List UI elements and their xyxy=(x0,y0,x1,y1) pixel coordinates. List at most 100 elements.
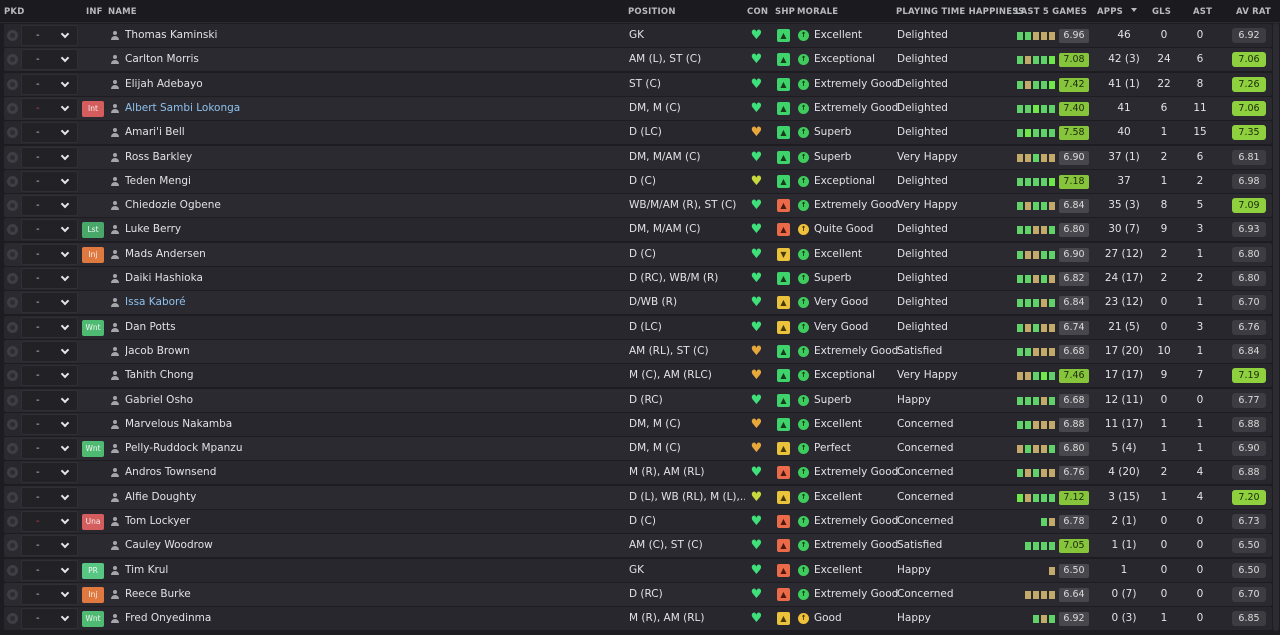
player-morale[interactable]: Excellent xyxy=(814,486,899,509)
player-morale[interactable]: Very Good xyxy=(814,316,899,339)
pick-toggle[interactable] xyxy=(4,121,19,144)
inf-badge[interactable]: Wnt xyxy=(82,441,104,458)
player-morale[interactable]: Extremely Good xyxy=(814,510,899,533)
selection-dropdown[interactable]: - xyxy=(21,25,78,46)
table-row[interactable]: - Carlton Morris AM (L), ST (C) ♥ ▲ ↑ Exceptio… xyxy=(4,48,1272,72)
player-name[interactable]: Cauley Woodrow xyxy=(125,534,335,557)
selection-dropdown[interactable]: - xyxy=(21,146,78,168)
pick-toggle[interactable] xyxy=(4,389,19,412)
selection-dropdown[interactable]: - xyxy=(21,49,78,71)
selection-dropdown[interactable]: - xyxy=(21,511,78,532)
selection-dropdown[interactable]: - xyxy=(21,97,78,119)
player-name[interactable]: Fred Onyedinma xyxy=(125,607,335,630)
selection-dropdown[interactable]: - xyxy=(21,73,78,95)
pick-toggle[interactable] xyxy=(4,267,19,290)
table-row[interactable]: - Tahith Chong M (C), AM (RLC) ♥ ▲ ↑ Exception… xyxy=(4,364,1272,388)
pick-toggle[interactable] xyxy=(4,461,19,484)
pick-toggle[interactable] xyxy=(4,73,19,96)
table-row[interactable]: - Wnt Dan Potts D (LC) ♥ ▲ ↑ Very Good Delighted… xyxy=(4,315,1272,339)
player-name[interactable]: Luke Berry xyxy=(125,218,335,241)
col-last-5-games[interactable]: LAST 5 GAMES xyxy=(1015,7,1087,17)
table-row[interactable]: - Int Albert Sambi Lokonga DM, M (C) ♥ ▲ ↑ Extr… xyxy=(4,96,1272,120)
player-name[interactable]: Ross Barkley xyxy=(125,146,335,169)
player-morale[interactable]: Perfect xyxy=(814,437,899,460)
player-morale[interactable]: Good xyxy=(814,607,899,630)
table-row[interactable]: - Jacob Brown AM (RL), ST (C) ♥ ▲ ↑ Extremely … xyxy=(4,339,1272,363)
player-name[interactable]: Gabriel Osho xyxy=(125,389,335,412)
table-row[interactable]: - Issa Kaboré D/WB (R) ♥ ▲ ↑ Very Good Delighte… xyxy=(4,291,1272,315)
player-morale[interactable]: Superb xyxy=(814,389,899,412)
table-row[interactable]: - Alfie Doughty D (L), WB (RL), M (L),... ♥… xyxy=(4,485,1272,509)
col-av-rat[interactable]: AV RAT xyxy=(1236,7,1271,17)
pick-toggle[interactable] xyxy=(4,24,19,47)
player-morale[interactable]: Very Good xyxy=(814,291,899,314)
player-morale[interactable]: Superb xyxy=(814,146,899,169)
col-inf[interactable]: INF xyxy=(86,7,103,17)
table-row[interactable]: - PR Tim Krul GK ♥ ▲ ↑ Excellent Happy 6.50 1 0 0 6.5… xyxy=(4,558,1272,582)
table-row[interactable]: - Gabriel Osho D (RC) ♥ ▲ ↑ Superb Happy 6.68 12 … xyxy=(4,388,1272,412)
inf-badge[interactable]: Wnt xyxy=(82,611,104,628)
player-name[interactable]: Pelly-Ruddock Mpanzu xyxy=(125,437,335,460)
player-morale[interactable]: Excellent xyxy=(814,24,899,47)
player-name[interactable]: Daiki Hashioka xyxy=(125,267,335,290)
pick-toggle[interactable] xyxy=(4,194,19,217)
pick-toggle[interactable] xyxy=(4,146,19,169)
vertical-scrollbar[interactable] xyxy=(1273,23,1279,631)
player-morale[interactable]: Quite Good xyxy=(814,218,899,241)
inf-badge[interactable]: Int xyxy=(82,100,104,117)
player-name[interactable]: Tahith Chong xyxy=(125,364,335,387)
pick-toggle[interactable] xyxy=(4,316,19,339)
inf-badge[interactable]: Inj xyxy=(82,586,104,603)
player-morale[interactable]: Exceptional xyxy=(814,170,899,193)
selection-dropdown[interactable]: - xyxy=(21,219,78,241)
inf-badge[interactable]: Lst xyxy=(82,222,104,239)
player-name[interactable]: Marvelous Nakamba xyxy=(125,413,335,436)
pick-toggle[interactable] xyxy=(4,291,19,314)
pick-toggle[interactable] xyxy=(4,607,19,630)
selection-dropdown[interactable]: - xyxy=(21,195,78,217)
selection-dropdown[interactable]: - xyxy=(21,486,78,508)
pick-toggle[interactable] xyxy=(4,437,19,460)
col-shp[interactable]: SHP xyxy=(775,7,795,17)
col-playing-time-happiness[interactable]: PLAYING TIME HAPPINESS xyxy=(896,7,1024,17)
player-morale[interactable]: Excellent xyxy=(814,559,899,582)
player-morale[interactable]: Superb xyxy=(814,121,899,144)
player-morale[interactable]: Excellent xyxy=(814,243,899,266)
pick-toggle[interactable] xyxy=(4,48,19,71)
player-name[interactable]: Issa Kaboré xyxy=(125,291,335,314)
player-name[interactable]: Reece Burke xyxy=(125,583,335,606)
pick-toggle[interactable] xyxy=(4,486,19,509)
player-morale[interactable]: Exceptional xyxy=(814,364,899,387)
pick-toggle[interactable] xyxy=(4,243,19,266)
pick-toggle[interactable] xyxy=(4,559,19,582)
selection-dropdown[interactable]: - xyxy=(21,243,78,265)
selection-dropdown[interactable]: - xyxy=(21,462,78,484)
col-ast[interactable]: AST xyxy=(1193,7,1212,17)
table-row[interactable]: - Daiki Hashioka D (RC), WB/M (R) ♥ ▲ ↑ Superb… xyxy=(4,267,1272,290)
table-row[interactable]: - Una Tom Lockyer D (C) ♥ ▲ ↑ Extremely Good Con… xyxy=(4,510,1272,533)
col-name[interactable]: NAME xyxy=(108,7,137,17)
pick-toggle[interactable] xyxy=(4,97,19,120)
col-position[interactable]: POSITION xyxy=(628,7,676,17)
pick-toggle[interactable] xyxy=(4,218,19,241)
player-name[interactable]: Albert Sambi Lokonga xyxy=(125,97,335,120)
player-name[interactable]: Jacob Brown xyxy=(125,340,335,363)
pick-toggle[interactable] xyxy=(4,364,19,387)
player-morale[interactable]: Extremely Good xyxy=(814,97,899,120)
col-gls[interactable]: GLS xyxy=(1152,7,1171,17)
player-name[interactable]: Amari'i Bell xyxy=(125,121,335,144)
pick-toggle[interactable] xyxy=(4,510,19,533)
inf-badge[interactable]: Inj xyxy=(82,246,104,263)
table-row[interactable]: - Amari'i Bell D (LC) ♥ ▲ ↑ Superb Delighted 7.5… xyxy=(4,121,1272,145)
selection-dropdown[interactable]: - xyxy=(21,559,78,581)
player-morale[interactable]: Superb xyxy=(814,267,899,290)
selection-dropdown[interactable]: - xyxy=(21,413,78,435)
selection-dropdown[interactable]: - xyxy=(21,170,78,192)
player-name[interactable]: Tim Krul xyxy=(125,559,335,582)
player-morale[interactable]: Extremely Good xyxy=(814,340,899,363)
player-name[interactable]: Mads Andersen xyxy=(125,243,335,266)
selection-dropdown[interactable]: - xyxy=(21,438,78,460)
pick-toggle[interactable] xyxy=(4,170,19,193)
inf-badge[interactable]: Una xyxy=(82,514,104,530)
table-row[interactable]: - Lst Luke Berry DM, M/AM (C) ♥ ▲ ↑ Quite Good D… xyxy=(4,218,1272,242)
